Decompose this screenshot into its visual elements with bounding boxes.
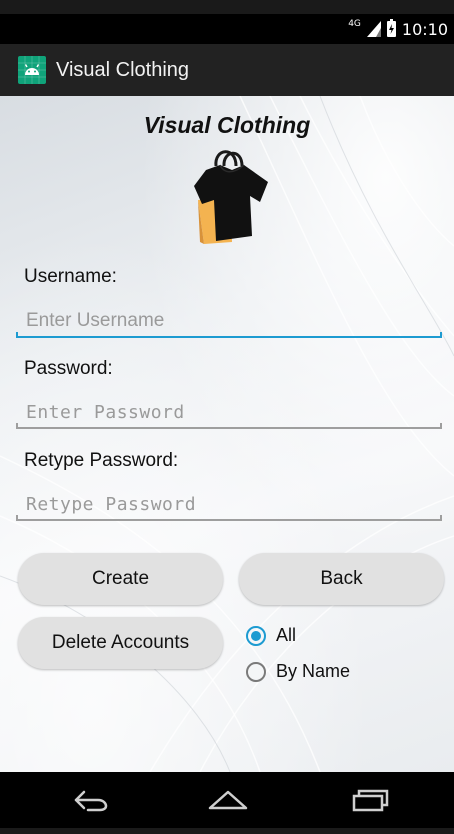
retype-password-input[interactable] <box>16 485 442 523</box>
radio-by-name[interactable] <box>246 661 266 682</box>
network-type: 4G <box>348 19 361 29</box>
status-icons: 4G 10:10 <box>348 18 448 40</box>
create-button[interactable]: Create <box>18 553 223 605</box>
app-title: Visual Clothing <box>56 59 190 81</box>
radio-option-by-name[interactable]: By Name <box>246 661 350 682</box>
back-icon[interactable] <box>60 782 120 818</box>
status-bar: 4G 10:10 <box>0 14 454 44</box>
retype-password-label: Retype Password: <box>24 450 179 471</box>
radio-by-name-label: By Name <box>276 661 351 681</box>
radio-all[interactable] <box>246 625 266 646</box>
recents-icon[interactable] <box>340 782 400 818</box>
brand-title: Visual Clothing <box>143 112 311 138</box>
main-content: Visual Clothing Username: Password: Rety… <box>0 96 454 772</box>
device-screen: 4G 10:10 Visual Clothing Visual Clothing… <box>0 0 454 834</box>
status-time: 10:10 <box>401 19 448 39</box>
radio-all-label: All <box>276 625 297 645</box>
tshirt-shopping-bag-icon <box>194 150 268 244</box>
action-bar: Visual Clothing <box>0 44 454 96</box>
password-input[interactable] <box>16 393 442 431</box>
delete-accounts-button[interactable]: Delete Accounts <box>18 617 223 669</box>
username-input[interactable] <box>16 302 442 340</box>
back-button[interactable]: Back <box>239 553 444 605</box>
android-icon <box>18 56 46 84</box>
battery-icon <box>386 19 396 37</box>
radio-option-all[interactable]: All <box>246 625 296 646</box>
username-underline <box>16 332 442 338</box>
password-underline <box>16 423 442 429</box>
retype-password-underline <box>16 515 442 521</box>
navigation-bar <box>0 772 454 828</box>
username-label: Username: <box>24 266 117 287</box>
home-icon[interactable] <box>198 782 258 818</box>
password-label: Password: <box>24 358 113 379</box>
signal-icon <box>366 21 381 37</box>
